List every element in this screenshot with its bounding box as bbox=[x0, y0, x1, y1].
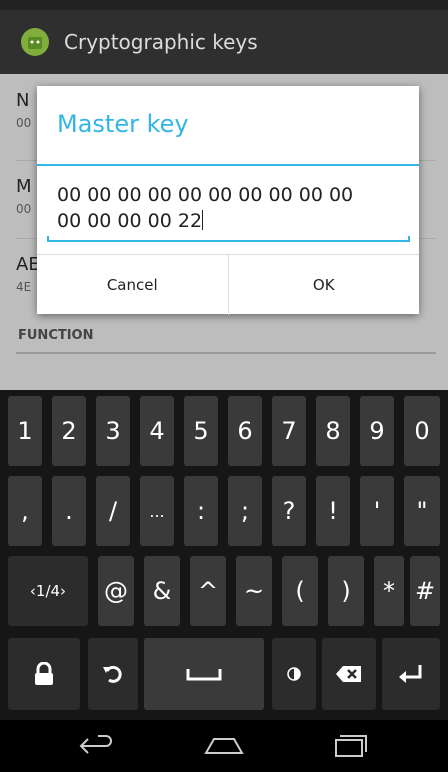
dialog-title-divider bbox=[37, 164, 419, 166]
key-3[interactable]: 3 bbox=[96, 396, 130, 466]
app-title: Cryptographic keys bbox=[64, 30, 258, 54]
ok-button[interactable]: OK bbox=[227, 255, 420, 315]
dialog-buttons: Cancel OK bbox=[37, 254, 419, 315]
key-7[interactable]: 7 bbox=[272, 396, 306, 466]
undo-key[interactable] bbox=[88, 638, 138, 710]
back-icon bbox=[79, 735, 112, 754]
divider bbox=[16, 352, 436, 354]
key-1[interactable]: 1 bbox=[8, 396, 42, 466]
key-ellipsis[interactable]: ... bbox=[140, 476, 174, 546]
key-5[interactable]: 5 bbox=[184, 396, 218, 466]
list-item-subtitle: 00 bbox=[16, 116, 32, 130]
list-item-subtitle: 4E bbox=[16, 280, 32, 294]
key-9[interactable]: 9 bbox=[360, 396, 394, 466]
key-0[interactable]: 0 bbox=[404, 396, 440, 466]
key-6[interactable]: 6 bbox=[228, 396, 262, 466]
dialog-title: Master key bbox=[57, 110, 189, 138]
list-item-subtitle: 00 bbox=[16, 202, 32, 216]
key-tilde[interactable]: ~ bbox=[236, 556, 272, 626]
input-underline bbox=[47, 236, 410, 242]
key-8[interactable]: 8 bbox=[316, 396, 350, 466]
key-semicolon[interactable]: ; bbox=[228, 476, 262, 546]
enter-icon bbox=[399, 665, 422, 683]
contrast-key[interactable] bbox=[272, 638, 316, 710]
key-at[interactable]: @ bbox=[98, 556, 134, 626]
master-key-input[interactable]: 00 00 00 00 00 00 00 00 00 00 00 00 00 0… bbox=[57, 182, 397, 234]
navigation-bar bbox=[0, 720, 448, 772]
status-bar bbox=[0, 0, 448, 10]
app-icon[interactable] bbox=[20, 27, 50, 57]
recents-button[interactable] bbox=[320, 730, 380, 762]
action-bar: Cryptographic keys bbox=[0, 10, 448, 74]
undo-icon bbox=[103, 665, 122, 683]
soft-keyboard: 1 2 3 4 5 6 7 8 9 0 , . / ... : ; ? ! ' … bbox=[0, 390, 448, 720]
master-key-value-line1: 00 00 00 00 00 00 00 00 00 00 bbox=[57, 184, 354, 206]
backspace-key[interactable] bbox=[322, 638, 376, 710]
home-button[interactable] bbox=[194, 730, 254, 762]
master-key-value-line2: 00 00 00 00 22 bbox=[57, 210, 203, 232]
section-header-function: FUNCTION bbox=[18, 328, 94, 343]
key-asterisk[interactable]: * bbox=[374, 556, 404, 626]
key-caret[interactable]: ^ bbox=[190, 556, 226, 626]
key-4[interactable]: 4 bbox=[140, 396, 174, 466]
key-close-paren[interactable]: ) bbox=[328, 556, 364, 626]
key-apostrophe[interactable]: ' bbox=[360, 476, 394, 546]
key-period[interactable]: . bbox=[52, 476, 86, 546]
list-item-title: M bbox=[16, 176, 32, 197]
text-cursor bbox=[202, 210, 204, 230]
cancel-button[interactable]: Cancel bbox=[37, 255, 228, 315]
key-colon[interactable]: : bbox=[184, 476, 218, 546]
key-exclamation[interactable]: ! bbox=[316, 476, 350, 546]
key-hash[interactable]: # bbox=[410, 556, 440, 626]
key-symbols-page[interactable]: ‹1/4› bbox=[8, 556, 88, 626]
key-comma[interactable]: , bbox=[8, 476, 42, 546]
key-question[interactable]: ? bbox=[272, 476, 306, 546]
lock-icon bbox=[35, 662, 53, 685]
key-slash[interactable]: / bbox=[96, 476, 130, 546]
space-icon bbox=[186, 669, 222, 681]
space-key[interactable] bbox=[144, 638, 264, 710]
key-ampersand[interactable]: & bbox=[144, 556, 180, 626]
key-quote[interactable]: " bbox=[404, 476, 440, 546]
list-item-title: N bbox=[16, 90, 30, 111]
recents-icon bbox=[335, 735, 367, 757]
home-icon bbox=[204, 738, 244, 754]
backspace-icon bbox=[336, 666, 361, 682]
key-2[interactable]: 2 bbox=[52, 396, 86, 466]
key-open-paren[interactable]: ( bbox=[282, 556, 318, 626]
contrast-icon bbox=[287, 667, 301, 681]
enter-key[interactable] bbox=[382, 638, 440, 710]
back-button[interactable] bbox=[68, 730, 128, 762]
master-key-dialog: Master key 00 00 00 00 00 00 00 00 00 00… bbox=[37, 86, 419, 315]
lock-key[interactable] bbox=[8, 638, 80, 710]
